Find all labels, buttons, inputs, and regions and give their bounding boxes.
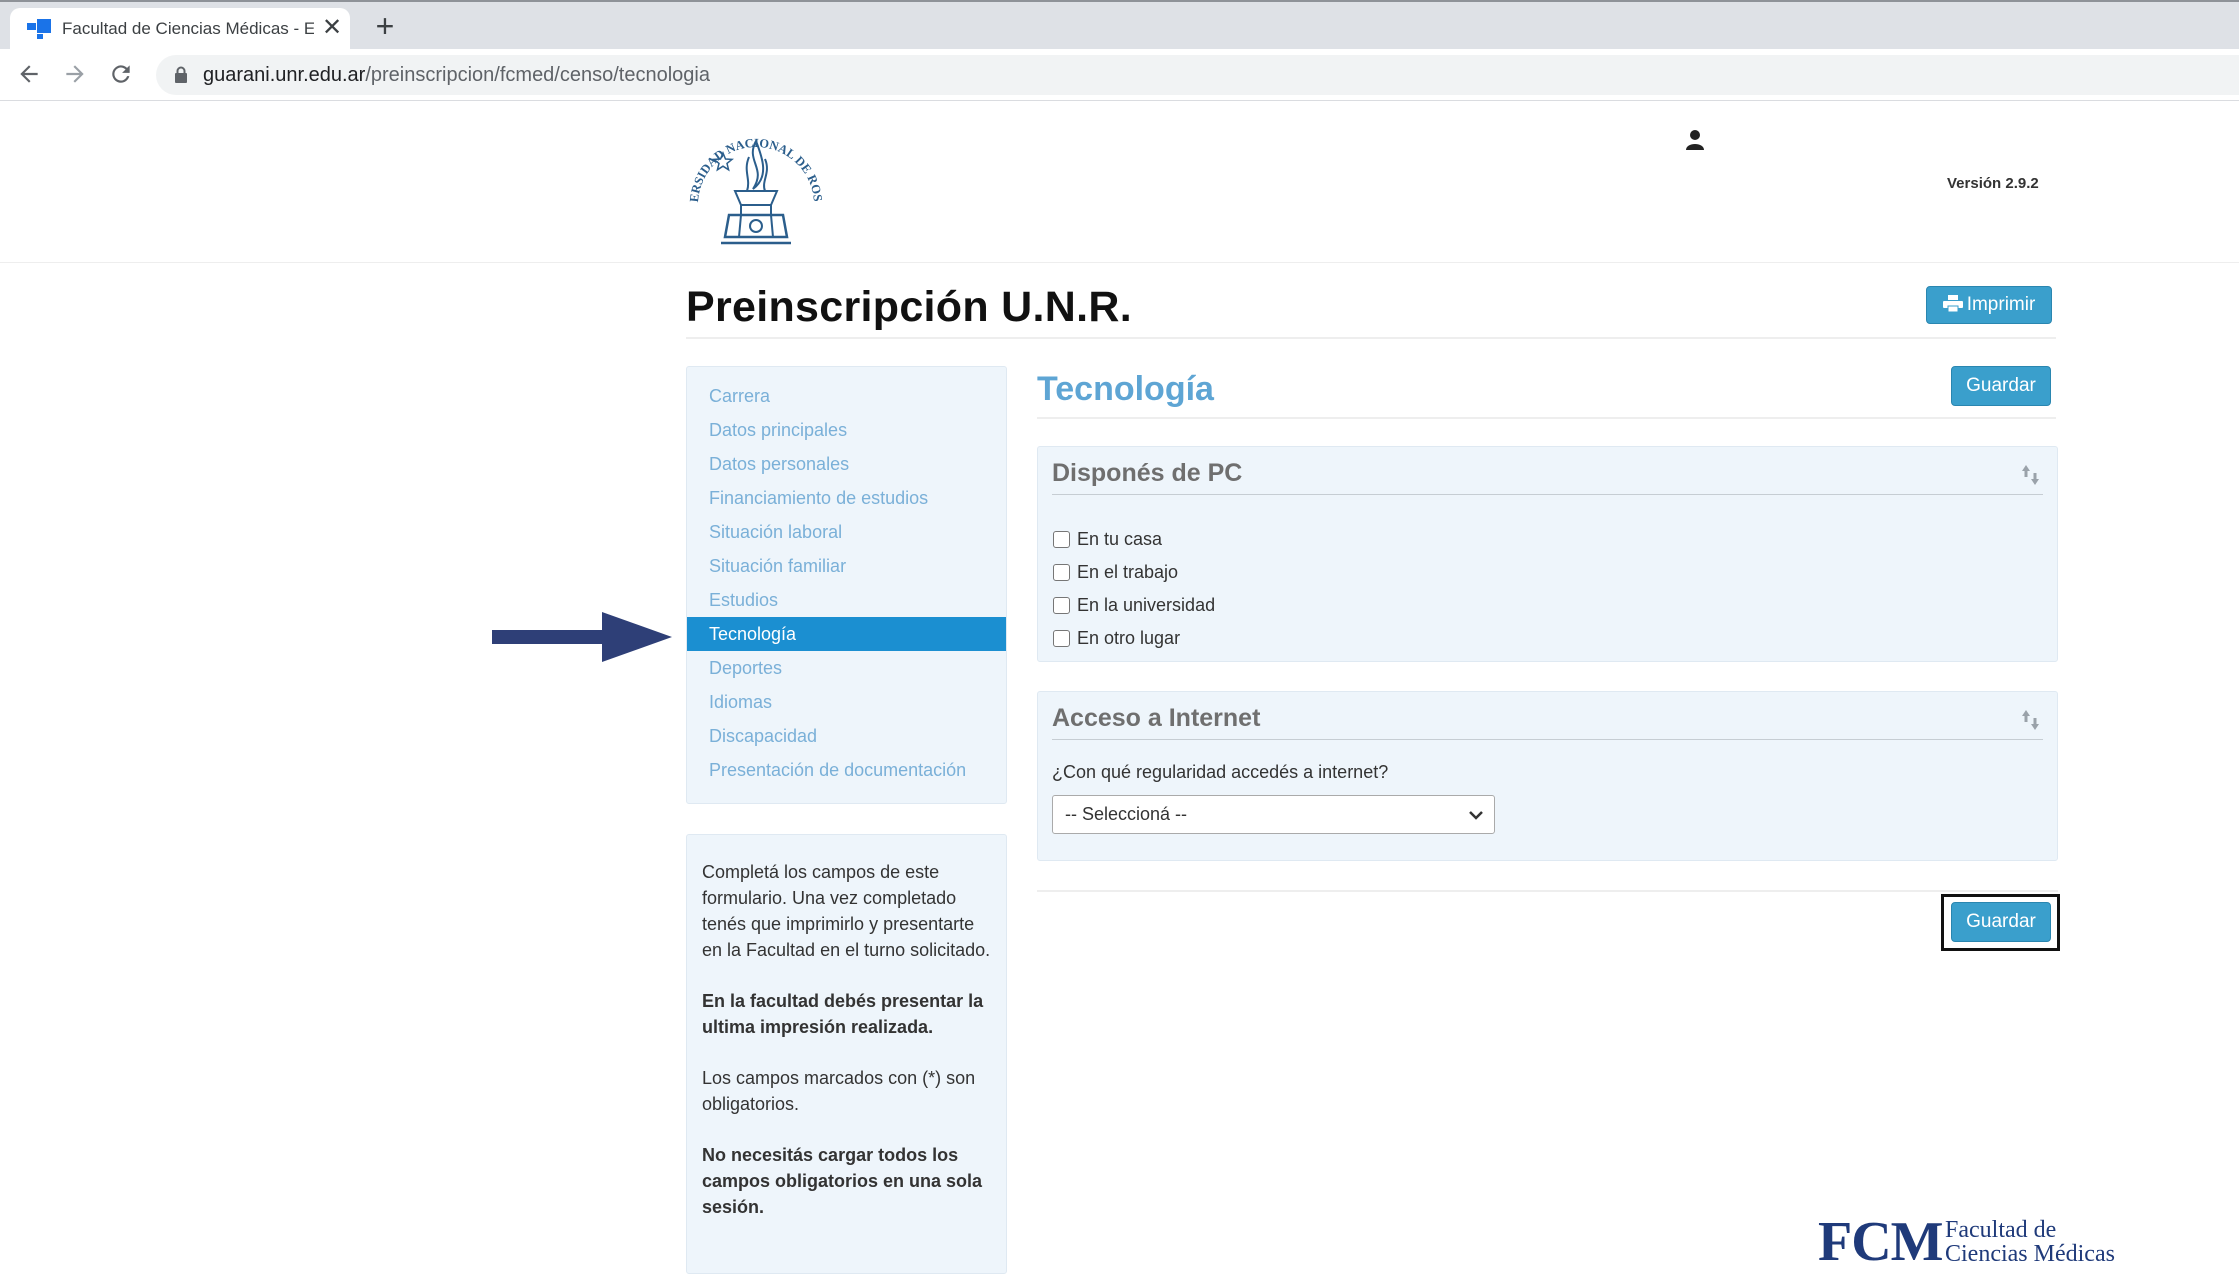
- checkbox-label: En otro lugar: [1077, 628, 1181, 648]
- checkbox-label: En tu casa: [1077, 529, 1163, 549]
- form-steps-nav: Carrera Datos principales Datos personal…: [686, 366, 1007, 804]
- checkbox-label: En el trabajo: [1077, 562, 1179, 582]
- nav-item-presentacion-documentacion[interactable]: Presentación de documentación: [687, 753, 1006, 787]
- panel-title: Disponés de PC: [1052, 459, 1243, 487]
- version-label: Versión 2.9.2: [1947, 175, 2039, 192]
- nav-item-idiomas[interactable]: Idiomas: [687, 685, 1006, 719]
- new-tab-icon[interactable]: +: [370, 10, 400, 44]
- save-button-bottom[interactable]: Guardar: [1951, 902, 2051, 942]
- pc-availability-panel: Disponés de PC En tu casa En el trabajo …: [1037, 446, 2058, 662]
- nav-item-financiamiento[interactable]: Financiamiento de estudios: [687, 481, 1006, 515]
- tab-close-icon[interactable]: ✕: [320, 16, 344, 40]
- checkbox[interactable]: [1053, 531, 1070, 548]
- form-bottom-divider: [1037, 890, 2058, 892]
- help-paragraph: Completá los campos de este formulario. …: [702, 862, 991, 960]
- print-button[interactable]: Imprimir: [1926, 286, 2052, 324]
- help-paragraph-bold: En la facultad debés presentar la ultima…: [702, 991, 984, 1037]
- fcm-name-line1: Facultad de: [1945, 1217, 2057, 1243]
- nav-item-datos-personales[interactable]: Datos personales: [687, 447, 1006, 481]
- help-paragraph: Los campos marcados con (*) son obligato…: [702, 1068, 976, 1114]
- panel-divider: [1052, 739, 2043, 740]
- section-divider: [1037, 417, 2056, 419]
- help-paragraph-bold: No necesitás cargar todos los campos obl…: [702, 1145, 983, 1217]
- save-button-top[interactable]: Guardar: [1951, 366, 2051, 406]
- university-seal-logo: UNIVERSIDAD NACIONAL DE ROSARIO: [683, 113, 825, 245]
- browser-tab[interactable]: Facultad de Ciencias Médicas - E ✕: [10, 8, 350, 51]
- reload-button[interactable]: [108, 61, 138, 89]
- arrow-right-icon: [66, 65, 84, 83]
- page-title: Preinscripción U.N.R.: [686, 283, 1132, 331]
- browser-toolbar: guarani.unr.edu.ar/preinscripcion/fcmed/…: [0, 49, 2239, 101]
- url-host: guarani.unr.edu.ar: [203, 64, 366, 86]
- nav-item-situacion-laboral[interactable]: Situación laboral: [687, 515, 1006, 549]
- nav-item-estudios[interactable]: Estudios: [687, 583, 1006, 617]
- title-divider: [686, 337, 2056, 339]
- site-favicon-icon: [27, 19, 51, 39]
- nav-item-deportes[interactable]: Deportes: [687, 651, 1006, 685]
- reload-icon: [112, 65, 130, 83]
- fcm-logo: FCM Facultad de Ciencias Médicas: [1818, 1211, 2138, 1273]
- checkbox[interactable]: [1053, 630, 1070, 647]
- url-path: /preinscripcion/fcmed/censo/tecnologia: [365, 64, 710, 86]
- print-button-label: Imprimir: [1966, 294, 2036, 315]
- panel-divider: [1052, 494, 2043, 495]
- tab-title: Facultad de Ciencias Médicas - E: [62, 19, 314, 38]
- lock-icon: [175, 66, 187, 83]
- checkbox[interactable]: [1053, 597, 1070, 614]
- select-value: -- Seleccioná --: [1065, 804, 1188, 824]
- checkbox[interactable]: [1053, 564, 1070, 581]
- internet-frequency-select[interactable]: -- Seleccioná --: [1052, 795, 1495, 834]
- help-box: Completá los campos de este formulario. …: [686, 834, 1007, 1274]
- panel-title: Acceso a Internet: [1052, 704, 1261, 732]
- checkbox-label: En la universidad: [1077, 595, 1216, 615]
- back-button[interactable]: [16, 61, 46, 89]
- forward-button[interactable]: [62, 61, 92, 89]
- annotation-arrow-icon: [492, 612, 672, 662]
- internet-access-panel: Acceso a Internet ¿Con qué regularidad a…: [1037, 691, 2058, 861]
- nav-item-discapacidad[interactable]: Discapacidad: [687, 719, 1006, 753]
- printer-icon: [1942, 295, 1963, 312]
- fcm-letters: FCM: [1818, 1211, 1944, 1273]
- nav-item-situacion-familiar[interactable]: Situación familiar: [687, 549, 1006, 583]
- internet-frequency-label: ¿Con qué regularidad accedés a internet?: [1052, 762, 1389, 782]
- sort-icon[interactable]: [2020, 463, 2042, 487]
- nav-item-tecnologia[interactable]: Tecnología: [687, 617, 1006, 651]
- url-text: guarani.unr.edu.ar/preinscripcion/fcmed/…: [203, 64, 710, 86]
- page-header: UNIVERSIDAD NACIONAL DE ROSARIO Versión …: [0, 101, 2239, 263]
- nav-item-datos-principales[interactable]: Datos principales: [687, 413, 1006, 447]
- arrow-left-icon: [20, 65, 38, 83]
- section-title: Tecnología: [1037, 370, 1214, 408]
- user-icon[interactable]: [1685, 129, 1705, 151]
- browser-tab-bar: Facultad de Ciencias Médicas - E ✕ +: [0, 0, 2239, 51]
- address-bar[interactable]: guarani.unr.edu.ar/preinscripcion/fcmed/…: [156, 55, 2239, 95]
- nav-item-carrera[interactable]: Carrera: [687, 379, 1006, 413]
- fcm-name-line2: Ciencias Médicas: [1945, 1241, 2115, 1267]
- sort-icon[interactable]: [2020, 708, 2042, 732]
- chevron-down-icon: [1469, 811, 1483, 820]
